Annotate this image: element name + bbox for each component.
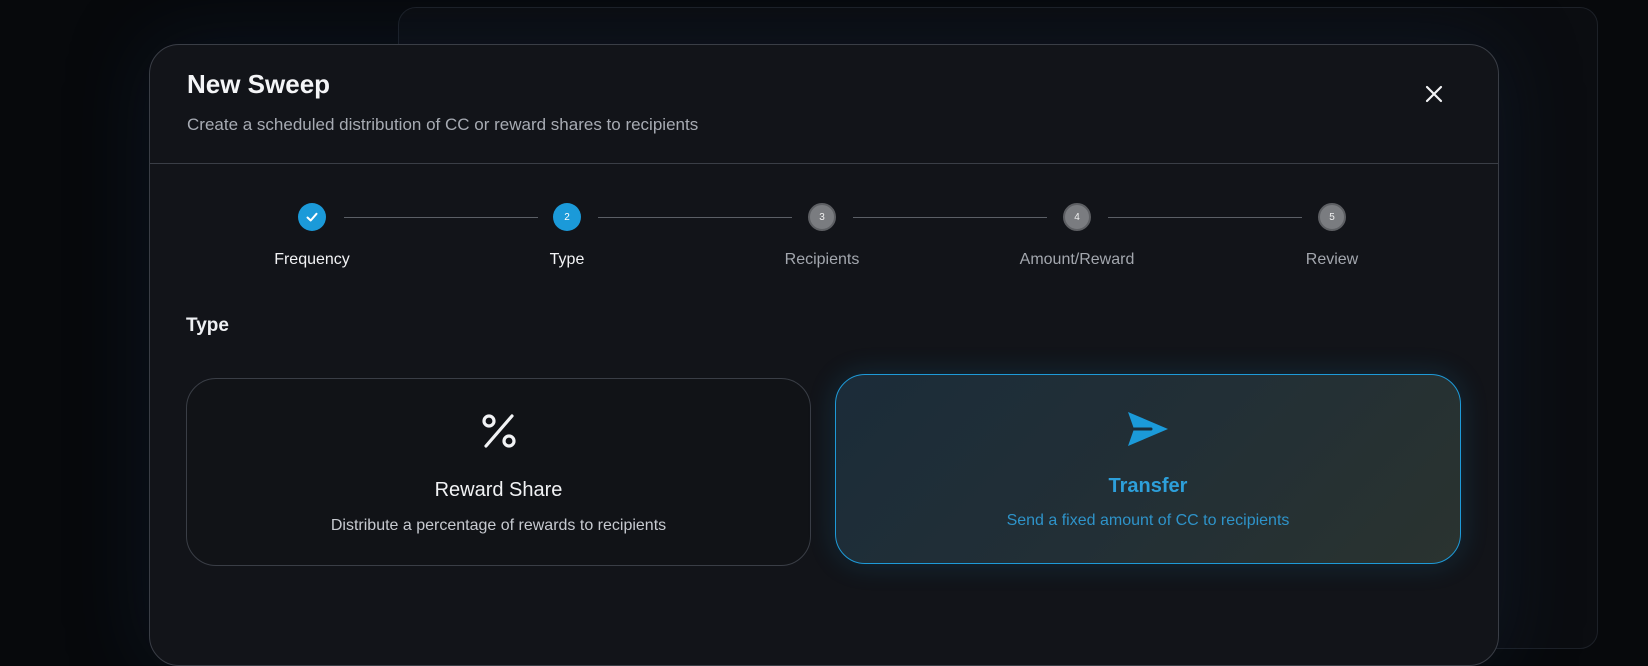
step-connector bbox=[1108, 217, 1302, 218]
send-icon bbox=[1128, 412, 1168, 446]
new-sweep-modal: New Sweep Create a scheduled distributio… bbox=[149, 44, 1499, 666]
close-icon bbox=[1425, 85, 1443, 103]
step-connector bbox=[344, 217, 538, 218]
step-connector bbox=[853, 217, 1047, 218]
option-title: Reward Share bbox=[434, 479, 563, 501]
modal-title: New Sweep bbox=[187, 69, 331, 99]
stepper: 2 3 4 5 Frequency Type Recipients Amount… bbox=[150, 195, 1498, 275]
step-2-indicator[interactable]: 2 bbox=[553, 203, 581, 231]
modal-header: New Sweep Create a scheduled distributio… bbox=[150, 45, 1498, 164]
step-label-recipients: Recipients bbox=[784, 251, 860, 268]
option-card-transfer[interactable]: Transfer Send a fixed amount of CC to re… bbox=[835, 374, 1461, 564]
step-label-amount-reward: Amount/Reward bbox=[1019, 251, 1135, 268]
option-description: Distribute a percentage of rewards to re… bbox=[330, 517, 667, 534]
modal-subtitle: Create a scheduled distribution of CC or… bbox=[187, 115, 699, 134]
step-label-type: Type bbox=[549, 251, 585, 268]
percent-icon bbox=[481, 414, 516, 448]
option-card-reward-share[interactable]: Reward Share Distribute a percentage of … bbox=[186, 378, 811, 566]
step-3-indicator: 3 bbox=[808, 203, 836, 231]
close-button[interactable] bbox=[1419, 79, 1449, 109]
step-5-indicator: 5 bbox=[1318, 203, 1346, 231]
step-label-frequency: Frequency bbox=[274, 251, 350, 268]
step-label-review: Review bbox=[1305, 251, 1359, 268]
section-title-type: Type bbox=[186, 315, 229, 336]
step-4-indicator: 4 bbox=[1063, 203, 1091, 231]
step-1-indicator[interactable] bbox=[298, 203, 326, 231]
option-title: Transfer bbox=[1108, 475, 1188, 497]
option-description: Send a fixed amount of CC to recipients bbox=[1006, 512, 1290, 529]
check-icon bbox=[306, 212, 318, 222]
step-connector bbox=[598, 217, 792, 218]
